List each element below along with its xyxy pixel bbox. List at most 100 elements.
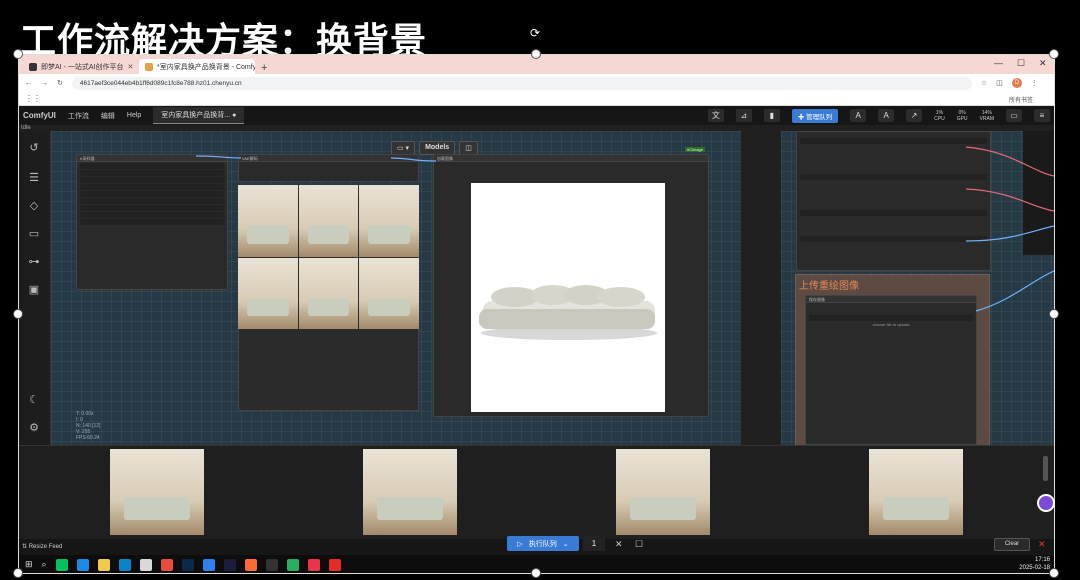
wechat-icon[interactable] [55,558,68,571]
maximize-icon[interactable]: ☐ [1017,58,1025,69]
resize-handle[interactable] [531,568,541,578]
photoshop-icon[interactable] [181,558,194,571]
canvas-stats: T: 0.00s I: 0 N: 140 [12] V: 255 FPS:60.24 [76,411,101,441]
menu-help[interactable]: Help [127,112,141,119]
stop-icon[interactable]: ☐ [635,539,643,550]
close-feed-icon[interactable]: ✕ [1038,539,1046,550]
app-icon[interactable] [244,558,257,571]
image-icon[interactable]: ▣ [27,283,41,297]
run-queue-button[interactable]: ▷ 执行队列 ⌄ [507,536,579,551]
url-text: 4617aef3ce044eb4b1ff6d089c1fc8e788.hz01.… [79,79,242,87]
panel-icon[interactable]: ▭ [1006,109,1022,122]
feed-image[interactable] [869,449,963,535]
app-icon[interactable] [328,558,341,571]
gpu-meter: 0% GPU [956,109,968,122]
search-icon[interactable]: ⌕ [42,559,47,570]
menu-workflow[interactable]: 工作流 [68,111,89,121]
cube-icon[interactable]: ◇ [27,199,41,213]
feed-image[interactable] [363,449,457,535]
chevron-down-icon[interactable]: ⌄ [563,540,569,548]
feed-image[interactable] [110,449,204,535]
clock: 17:16 2025-02-18 [1019,556,1050,572]
resize-handle[interactable] [1049,309,1059,319]
bookmark-icon[interactable]: ▮ [763,109,780,122]
bookmarks-bar: ⋮⋮ 所有书签 [19,92,1054,106]
resize-handle[interactable] [531,49,541,59]
clear-button[interactable]: Clear [994,538,1030,551]
tab-label: 即梦AI - 一站式AI创作平台 [41,63,124,71]
window-close-icon[interactable]: ✕ [1039,58,1047,69]
moon-icon[interactable]: ☾ [27,393,41,407]
translate-icon[interactable]: 文 [707,109,724,122]
resize-handle[interactable] [1049,49,1059,59]
file-explorer-icon[interactable] [97,558,110,571]
play-icon: ▷ [517,540,523,548]
tab-favicon-icon [145,62,153,71]
queue-list-icon[interactable]: ☰ [27,171,41,185]
address-bar: ← → ↻ 4617aef3ce044eb4b1ff6d089c1fc8e788… [19,74,1054,92]
resize-feed-button[interactable]: ⇅ Resize Feed [22,543,62,550]
ai-icon[interactable]: A [850,109,867,122]
ruler-icon[interactable]: ⊿ [735,109,752,122]
app-icon[interactable] [76,558,89,571]
run-label: 执行队列 [528,540,557,548]
batch-count-input[interactable]: 1 [583,536,605,551]
back-icon[interactable]: ← [25,80,32,87]
clock-time: 17:16 [1034,557,1050,563]
cancel-icon[interactable]: ✕ [615,539,623,550]
bottom-bar: ⇅ Resize Feed ▷ 执行队列 ⌄ 1 ✕ ☐ Clear ✕ [19,536,1054,555]
comfy-logo: ComfyUI [23,111,56,120]
star-icon[interactable]: ☆ [981,79,987,87]
feed-image[interactable] [616,449,710,535]
profile-avatar[interactable]: D [1011,78,1022,88]
all-bookmarks[interactable]: 所有书签 [1009,95,1033,104]
folder-icon[interactable]: ▭ [27,227,41,241]
connection-lines [195,146,1054,312]
resize-handle[interactable] [1049,568,1059,578]
left-sidebar: ↺ ☰ ◇ ▭ ⊶ ▣ ☾ ⚙ [19,131,51,445]
resize-handle[interactable] [13,49,23,59]
workflow-tab[interactable]: 室内家具换产品换背... ● [153,107,245,124]
comfy-menubar: ComfyUI 工作流 编辑 Help 室内家具换产品换背... ● 文 ⊿ ▮… [19,106,1054,125]
browser-tab-1[interactable]: 即梦AI - 一站式AI创作平台 ✕ [23,59,139,74]
app-icon[interactable] [286,558,299,571]
resize-handle[interactable] [13,568,23,578]
wps-icon[interactable] [307,558,320,571]
gear-icon[interactable]: ⚙ [27,421,41,435]
floating-assistant-icon[interactable] [1037,494,1055,512]
resize-handle[interactable] [13,309,23,319]
windows-start-icon[interactable]: ⊞ [25,559,33,570]
share-icon[interactable]: ↗ [906,109,923,122]
new-tab-icon[interactable]: + [255,62,273,74]
chrome-icon[interactable] [160,558,173,571]
ai-alt-icon[interactable]: A [878,109,895,122]
app-icon[interactable] [139,558,152,571]
close-icon[interactable]: ✕ [127,63,133,71]
tab-favicon-icon [29,62,37,71]
rotate-handle-icon[interactable]: ⟳ [530,26,540,40]
cpu-meter: 1% CPU [934,109,945,122]
screenshot-frame: 即梦AI - 一站式AI创作平台 ✕ *室内家具换产品换背景 - ComfyUI… [18,54,1055,574]
app-icon[interactable] [202,558,215,571]
app-icon[interactable] [223,558,236,571]
menu-edit[interactable]: 编辑 [101,111,115,121]
clock-date: 2025-02-18 [1019,565,1050,571]
extensions-icon[interactable]: ◫ [996,79,1003,87]
tab-label: *室内家具换产品换背景 - ComfyUI [157,63,255,71]
history-icon[interactable]: ↺ [27,141,41,155]
minimize-icon[interactable]: — [994,58,1003,68]
hierarchy-icon[interactable]: ⊶ [27,255,41,269]
feed-scrollbar[interactable] [1043,456,1048,481]
manage-queue-button[interactable]: ✚ 管理队列 [791,108,839,123]
browser-tab-2[interactable]: *室内家具换产品换背景 - ComfyUI ✕ [139,59,255,74]
edge-icon[interactable] [118,558,131,571]
hamburger-icon[interactable]: ≡ [1034,109,1050,122]
node-canvas[interactable]: ▭ ▾ Models ◫ K采样器 VAE解码 预览图像 加载图像 [51,131,1054,445]
forward-icon[interactable]: → [41,80,48,87]
workflow-tab-label: 室内家具换产品换背... [161,112,231,119]
reload-icon[interactable]: ↻ [57,79,63,87]
url-field[interactable]: 4617aef3ce044eb4b1ff6d089c1fc8e788.hz01.… [71,76,972,90]
apps-icon[interactable]: ⋮⋮ [25,94,41,103]
menu-icon[interactable]: ⋮ [1031,79,1038,87]
app-icon[interactable] [265,558,278,571]
